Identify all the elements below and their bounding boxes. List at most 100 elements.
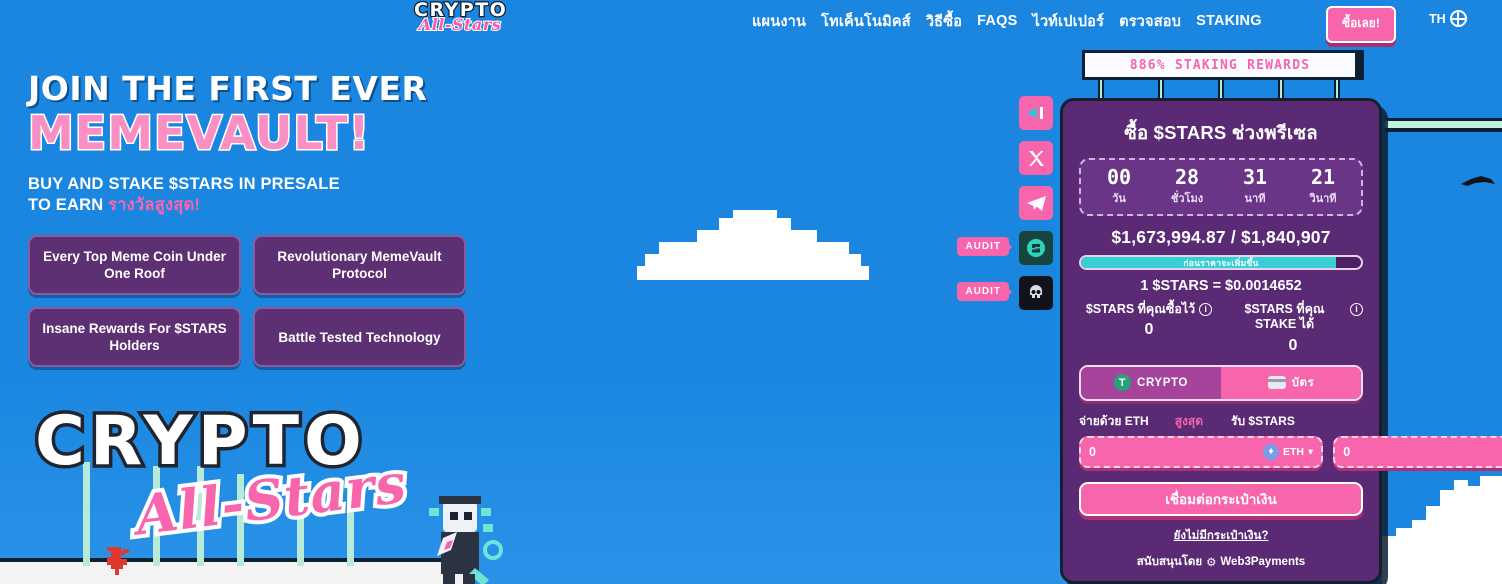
top-navbar: CRYPTO All-Stars แผนงาน โทเค็นโนมิคส์ วิ… xyxy=(0,0,1502,43)
receive-amount-input[interactable] xyxy=(1343,444,1502,459)
bird-icon xyxy=(1461,176,1495,186)
brand-logo-artwork: CRYPTO All-Stars xyxy=(25,400,503,584)
pay-input-wrapper[interactable]: ♦ ETH ▾ xyxy=(1079,435,1324,468)
nav-item-audit[interactable]: ตรวจสอบ xyxy=(1119,10,1181,33)
countdown-minutes-value: 31 xyxy=(1242,165,1268,189)
navbar-logo[interactable]: CRYPTO All-Stars xyxy=(413,0,507,39)
balance-bought-header: $STARS ที่คุณซื้อไว้ i xyxy=(1079,302,1219,317)
powered-by: สนับสนุนโดย ⚙ Web3Payments xyxy=(1079,553,1363,571)
chicken-icon xyxy=(107,547,129,575)
solidproof-audit-icon[interactable]: AUDIT xyxy=(957,276,1053,310)
balance-staked: $STARS ที่คุณ STAKE ได้ i 0 xyxy=(1223,302,1363,355)
countdown-seconds-label: วินาที xyxy=(1309,193,1337,205)
powered-by-brand: Web3Payments xyxy=(1220,555,1306,568)
token-rate: 1 $STARS = $0.0014652 xyxy=(1140,278,1302,294)
hero-subtitle-line2: TO EARN รางวัลสูงสุด! xyxy=(28,195,498,217)
audit-badge-solidproof: AUDIT xyxy=(957,282,1012,301)
countdown-days-value: 00 xyxy=(1106,165,1132,189)
telegram-icon[interactable] xyxy=(1019,186,1053,220)
powered-by-label: สนับสนุนโดย xyxy=(1136,555,1203,568)
ethereum-icon: ♦ xyxy=(1263,443,1279,460)
countdown-days: 00 วัน xyxy=(1093,167,1145,207)
banner-legs xyxy=(1082,80,1358,100)
nav-item-faqs[interactable]: FAQS xyxy=(977,13,1017,29)
nav-item-tokenomics[interactable]: โทเค็นโนมิคส์ xyxy=(821,10,911,33)
nav-item-roadmap[interactable]: แผนงาน xyxy=(752,10,806,33)
no-wallet-link[interactable]: ยังไม่มีกระเป๋าเงิน? xyxy=(1079,527,1363,545)
receive-input-wrapper[interactable]: ✦ xyxy=(1333,435,1502,468)
hero-subtitle: BUY AND STAKE $STARS IN PRESALE TO EARN … xyxy=(28,174,498,218)
payment-option-card-label: บัตร xyxy=(1291,376,1315,389)
presale-progress-label: ก่อนราคาจะเพิ่มขึ้น xyxy=(1183,257,1259,268)
tether-icon: T xyxy=(1114,374,1132,391)
language-selector[interactable]: TH xyxy=(1429,10,1467,27)
x-glyph xyxy=(1028,150,1044,166)
sound-icon[interactable] xyxy=(1019,96,1053,130)
feature-card-technology[interactable]: Battle Tested Technology xyxy=(253,307,466,368)
pay-with-label: จ่ายด้วย ETH xyxy=(1079,413,1149,428)
staking-rewards-banner: 886% STAKING REWARDS xyxy=(1082,50,1364,80)
social-rail: AUDIT AUDIT xyxy=(957,96,1053,321)
payment-option-crypto-label: CRYPTO xyxy=(1137,376,1188,389)
navbar-links: แผนงาน โทเค็นโนมิคส์ วิธีซื้อ FAQS ไวท์เ… xyxy=(752,0,1262,42)
feature-grid: Every Top Meme Coin Under One Roof Revol… xyxy=(28,235,498,368)
countdown-seconds-value: 21 xyxy=(1310,165,1336,189)
presale-widget-body: ซื้อ $STARS ช่วงพรีเซล 00 วัน 28 ชั่วโมง… xyxy=(1060,98,1502,584)
nav-item-how-to-buy[interactable]: วิธีซื้อ xyxy=(926,10,962,33)
info-icon[interactable]: i xyxy=(1199,303,1213,316)
pay-amount-input[interactable] xyxy=(1089,444,1263,459)
balance-staked-header: $STARS ที่คุณ STAKE ได้ i xyxy=(1223,302,1363,333)
coinsult-audit-icon[interactable]: AUDIT xyxy=(957,231,1053,265)
hero-section: JOIN THE FIRST EVER MEMEVAULT! BUY AND S… xyxy=(27,69,498,368)
skull-glyph xyxy=(1030,285,1042,298)
connect-wallet-button[interactable]: เชื่อมต่อกระเป๋าเงิน xyxy=(1079,481,1363,516)
info-icon[interactable]: i xyxy=(1350,303,1363,316)
navbar-logo-line2: All-Stars xyxy=(418,15,502,34)
feature-card-memevault[interactable]: Revolutionary MemeVault Protocol xyxy=(253,235,466,296)
swap-inputs: ♦ ETH ▾ ✦ xyxy=(1079,435,1502,468)
credit-card-icon xyxy=(1267,376,1286,389)
receive-label: รับ $STARS xyxy=(1231,413,1295,428)
nav-item-staking[interactable]: STAKING xyxy=(1196,13,1262,29)
countdown-minutes-label: นาที xyxy=(1244,193,1266,205)
navbar-buy-button[interactable]: ซื้อเลย! xyxy=(1326,6,1396,43)
balance-bought-value: 0 xyxy=(1144,321,1154,339)
presale-progress-bar: ก่อนราคาจะเพิ่มขึ้น xyxy=(1079,255,1363,270)
hero-headline-line1: JOIN THE FIRST EVER xyxy=(28,69,428,108)
payment-option-card[interactable]: บัตร xyxy=(1221,366,1361,399)
balance-staked-label: $STARS ที่คุณ STAKE ได้ xyxy=(1244,302,1325,332)
globe-icon xyxy=(1449,10,1467,27)
mascot-icon xyxy=(429,496,503,584)
hero-subtitle-line1: BUY AND STAKE $STARS IN PRESALE xyxy=(28,174,340,193)
swap-field-labels: จ่ายด้วย ETH สูงสุด รับ $STARS xyxy=(1079,412,1363,431)
balance-row: $STARS ที่คุณซื้อไว้ i 0 $STARS ที่คุณ S… xyxy=(1079,302,1363,355)
hero-headline-line2: MEMEVAULT! xyxy=(27,106,371,161)
right-ledge-highlight xyxy=(1385,121,1502,128)
token-selector-eth[interactable]: ♦ ETH ▾ xyxy=(1263,443,1314,460)
audit-badge-coinsult: AUDIT xyxy=(957,237,1012,256)
payment-method-toggle: T CRYPTO บัตร xyxy=(1079,364,1363,401)
payment-option-crypto[interactable]: T CRYPTO xyxy=(1081,366,1221,399)
feature-card-rewards[interactable]: Insane Rewards For $STARS Holders xyxy=(28,307,241,368)
countdown-seconds: 21 วินาที xyxy=(1297,167,1349,207)
hero-subtitle-prefix: TO EARN xyxy=(28,196,109,215)
nav-item-whitepaper[interactable]: ไวท์เปเปอร์ xyxy=(1032,10,1104,33)
countdown-hours-value: 28 xyxy=(1174,165,1200,189)
countdown-hours-label: ชั่วโมง xyxy=(1170,193,1204,205)
hero-subtitle-highlight: รางวัลสูงสุด! xyxy=(108,196,201,215)
pay-label-group: จ่ายด้วย ETH สูงสุด xyxy=(1079,412,1221,431)
balance-bought-label: $STARS ที่คุณซื้อไว้ xyxy=(1085,302,1196,316)
cloud-icon xyxy=(637,210,869,282)
chevron-down-icon: ▾ xyxy=(1308,445,1314,458)
coinsult-glyph xyxy=(1027,239,1045,257)
countdown-hours: 28 ชั่วโมง xyxy=(1161,167,1213,207)
countdown-minutes: 31 นาที xyxy=(1229,167,1281,207)
balance-staked-value: 0 xyxy=(1288,336,1298,354)
x-twitter-icon[interactable] xyxy=(1019,141,1053,175)
sound-glyph xyxy=(1028,107,1043,119)
feature-card-meme-coin[interactable]: Every Top Meme Coin Under One Roof xyxy=(28,235,241,296)
max-button[interactable]: สูงสุด xyxy=(1175,412,1203,431)
countdown-timer: 00 วัน 28 ชั่วโมง 31 นาที 21 วินาที xyxy=(1079,158,1363,216)
mountain-shape xyxy=(1382,476,1502,584)
countdown-days-label: วัน xyxy=(1112,193,1126,205)
